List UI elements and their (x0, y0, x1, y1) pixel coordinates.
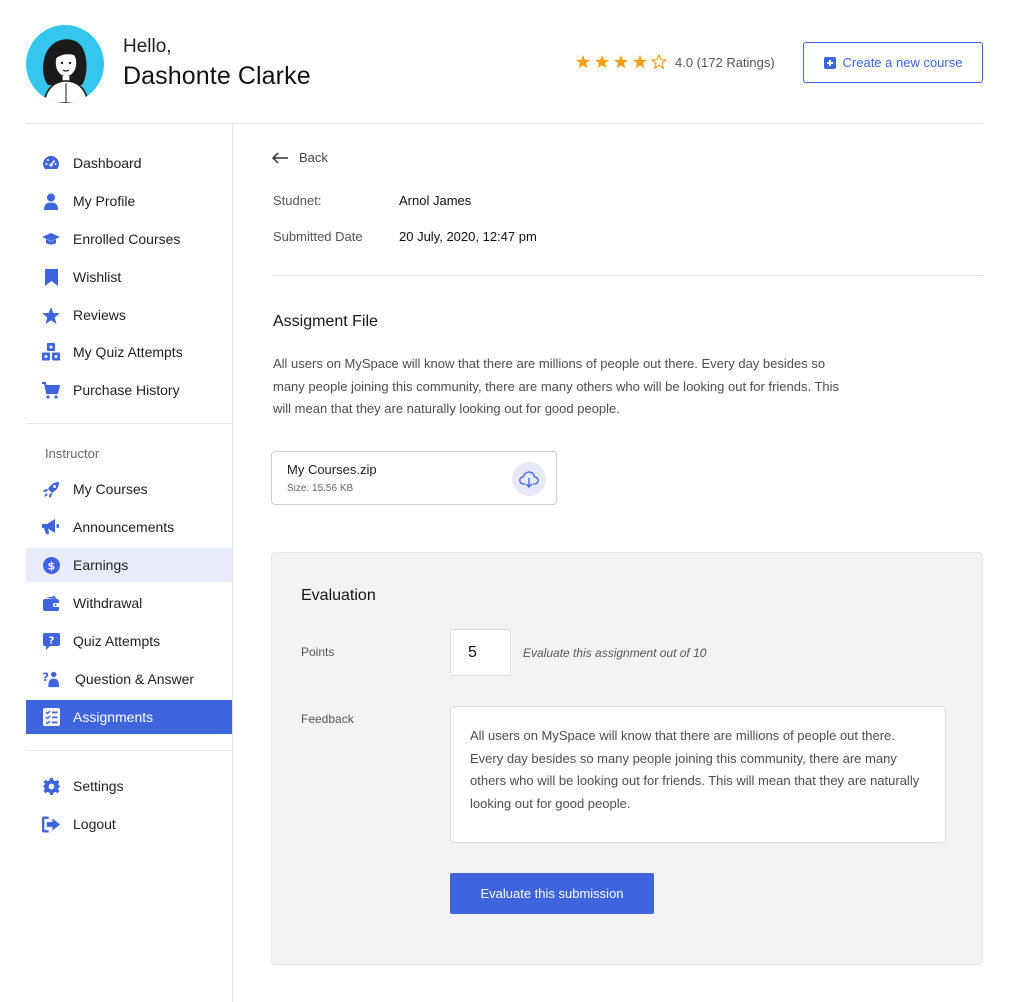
back-label: Back (299, 150, 328, 165)
greeting: Hello, (123, 36, 172, 57)
svg-text:?: ? (42, 670, 49, 684)
question-person-icon: ? (42, 670, 60, 688)
cart-icon (42, 381, 60, 399)
sidebar-item-label: My Quiz Attempts (73, 344, 183, 360)
sidebar: Dashboard My Profile Enrolled Courses Wi… (0, 124, 233, 1002)
rating-text: 4.0 (172 Ratings) (675, 54, 775, 70)
sidebar-item-label: Quiz Attempts (73, 633, 161, 649)
evaluation-card: Evaluation Points Evaluate this assignme… (271, 552, 983, 965)
sidebar-item-label: Reviews (73, 307, 126, 323)
logout-icon (42, 815, 60, 833)
megaphone-icon (42, 518, 60, 536)
sidebar-item-question-answer[interactable]: ? Question & Answer (26, 662, 232, 696)
star-filled-icon (614, 55, 628, 69)
avatar-illustration (43, 39, 89, 103)
create-course-button[interactable]: Create a new course (803, 42, 983, 83)
svg-text:?: ? (48, 635, 54, 646)
star-filled-icon (576, 55, 590, 69)
sidebar-divider (26, 423, 232, 424)
points-label: Points (301, 645, 335, 659)
user-name: Dashonte Clarke (123, 62, 311, 90)
sidebar-item-earnings[interactable]: $ Earnings (26, 548, 232, 582)
star-filled-icon (595, 55, 609, 69)
create-course-label: Create a new course (842, 55, 963, 70)
points-hint: Evaluate this assignment out of 10 (523, 646, 707, 660)
wallet-icon (42, 594, 60, 612)
assignment-description: All users on MySpace will know that ther… (273, 356, 840, 416)
sidebar-item-label: Assignments (73, 709, 154, 725)
cubes-icon (42, 343, 60, 361)
avatar[interactable] (26, 25, 104, 103)
bookmark-icon (42, 268, 60, 286)
gear-icon (42, 777, 60, 795)
cloud-download-icon (519, 470, 539, 488)
sidebar-item-label: Settings (73, 778, 124, 794)
points-input[interactable] (450, 629, 511, 676)
instructor-rating: 4.0 (172 Ratings) (575, 54, 775, 70)
sidebar-item-reviews[interactable]: Reviews (26, 298, 232, 332)
sidebar-item-wishlist[interactable]: Wishlist (26, 260, 232, 294)
sidebar-item-label: Withdrawal (73, 595, 143, 611)
sidebar-item-my-courses[interactable]: My Courses (26, 472, 232, 506)
sidebar-item-my-profile[interactable]: My Profile (26, 184, 232, 218)
sidebar-item-assignments[interactable]: Assignments (26, 700, 232, 734)
dashboard-gauge-icon (42, 154, 60, 172)
sidebar-item-label: Announcements (73, 519, 175, 535)
submitted-date-label: Submitted Date (273, 229, 363, 244)
question-box-icon: ? (42, 632, 60, 650)
star-icon (42, 306, 60, 324)
sidebar-item-label: Dashboard (73, 155, 142, 171)
rocket-icon (42, 480, 60, 498)
sidebar-item-label: Question & Answer (75, 671, 195, 687)
dollar-coin-icon: $ (42, 556, 60, 574)
evaluate-submission-button[interactable]: Evaluate this submission (450, 873, 654, 914)
graduation-cap-icon (42, 230, 60, 248)
sidebar-item-announcements[interactable]: Announcements (26, 510, 232, 544)
sidebar-item-settings[interactable]: Settings (26, 769, 232, 803)
sidebar-item-my-quiz-attempts[interactable]: My Quiz Attempts (26, 335, 232, 369)
back-link[interactable]: Back (272, 150, 328, 165)
sidebar-item-withdrawal[interactable]: Withdrawal (26, 586, 232, 620)
file-attachment: My Courses.zip Size: 15.56 KB (271, 451, 557, 505)
student-name: Arnol James (399, 193, 472, 208)
header: Hello, Dashonte Clarke 4.0 (172 Ratings)… (0, 0, 1024, 124)
instructor-heading: Instructor (45, 446, 100, 461)
feedback-label: Feedback (301, 712, 354, 726)
star-filled-icon (633, 55, 647, 69)
checklist-icon (42, 708, 60, 726)
star-outline-icon (651, 54, 667, 70)
rating-stars (575, 54, 667, 70)
sidebar-item-label: Purchase History (73, 382, 180, 398)
feedback-textarea[interactable]: All users on MySpace will know that ther… (450, 706, 946, 843)
sidebar-item-enrolled-courses[interactable]: Enrolled Courses (26, 222, 232, 256)
sidebar-item-purchase-history[interactable]: Purchase History (26, 373, 232, 407)
download-button[interactable] (512, 462, 546, 496)
sidebar-item-dashboard[interactable]: Dashboard (26, 146, 232, 180)
sidebar-item-label: Logout (73, 816, 116, 832)
assignment-file-title: Assigment File (273, 313, 378, 330)
sidebar-item-label: Enrolled Courses (73, 231, 181, 247)
user-icon (42, 192, 60, 210)
submitted-date: 20 July, 2020, 12:47 pm (399, 229, 537, 244)
evaluation-title: Evaluation (301, 587, 376, 604)
svg-text:$: $ (47, 559, 55, 572)
student-label: Studnet: (273, 193, 322, 208)
arrow-left-icon (272, 151, 288, 164)
sidebar-divider (26, 750, 232, 751)
sidebar-item-label: Earnings (73, 557, 129, 573)
sidebar-item-label: Wishlist (73, 269, 122, 285)
sidebar-item-label: My Courses (73, 481, 148, 497)
plus-square-icon (823, 56, 836, 69)
file-size: Size: 15.56 KB (287, 483, 354, 494)
sidebar-item-logout[interactable]: Logout (26, 807, 232, 841)
content-divider (272, 275, 983, 276)
sidebar-item-label: My Profile (73, 193, 136, 209)
file-name: My Courses.zip (287, 462, 377, 477)
sidebar-item-quiz-attempts[interactable]: ? Quiz Attempts (26, 624, 232, 658)
